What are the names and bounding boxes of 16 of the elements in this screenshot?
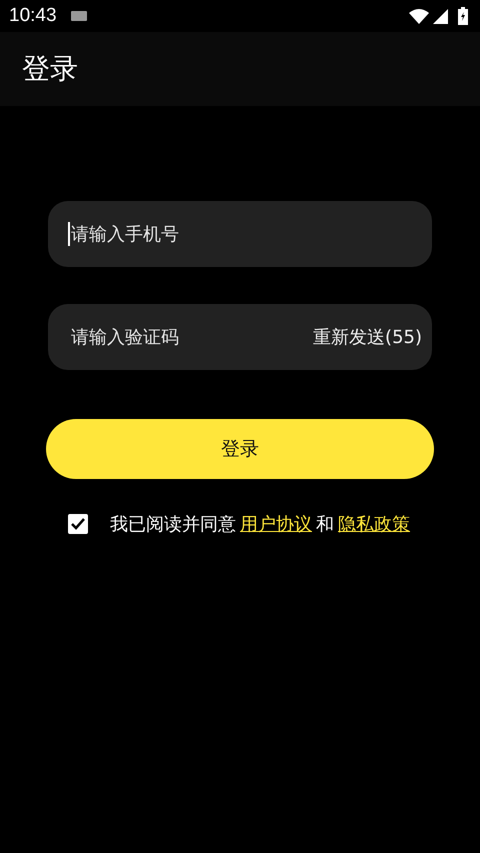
resend-button[interactable]: 重新发送(55): [313, 325, 422, 349]
code-input[interactable]: 请输入验证码: [71, 322, 314, 352]
status-time: 10:43: [9, 5, 57, 27]
user-agreement-link[interactable]: 用户协议: [240, 512, 312, 536]
agreement-text: 我已阅读并同意: [110, 513, 236, 536]
signal-icon: [433, 8, 448, 24]
battery-icon: [458, 7, 468, 25]
phone-input[interactable]: 请输入手机号: [71, 219, 422, 249]
login-button[interactable]: 登录: [46, 419, 434, 479]
phone-field[interactable]: 请输入手机号: [48, 201, 432, 267]
privacy-policy-link[interactable]: 隐私政策: [338, 512, 410, 536]
page-title: 登录: [22, 51, 78, 87]
agreement-joiner: 和: [316, 513, 334, 536]
code-field[interactable]: 请输入验证码 重新发送(55): [48, 304, 432, 370]
wifi-icon: [409, 8, 429, 24]
agree-checkbox[interactable]: [68, 514, 88, 534]
